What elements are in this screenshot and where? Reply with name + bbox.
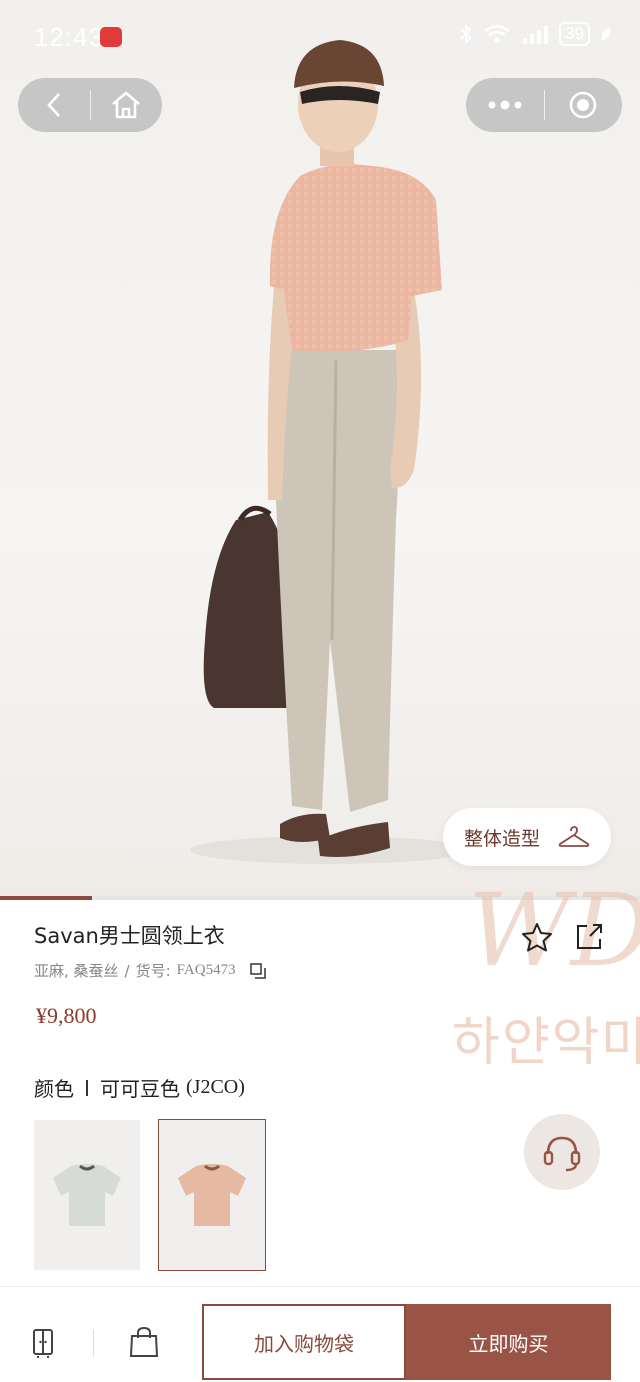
- app-notification-icon: [100, 27, 122, 47]
- cocoa-shirt-thumbnail: [178, 1164, 246, 1226]
- product-image[interactable]: 12:43 39 整体造型: [0, 0, 640, 896]
- signal-icon: [523, 26, 549, 44]
- status-bar: 12:43 39: [0, 0, 640, 72]
- customer-service-button[interactable]: [524, 1114, 600, 1190]
- buy-now-button[interactable]: 立即购买: [406, 1304, 611, 1380]
- home-icon: [112, 91, 141, 119]
- nav-capsule: [18, 78, 162, 132]
- add-to-bag-button[interactable]: 加入购物袋: [202, 1304, 406, 1380]
- headset-icon: [543, 1136, 581, 1172]
- bluetooth-icon: [460, 24, 472, 44]
- product-price: ¥9,800: [36, 1003, 97, 1028]
- sku-label: 货号:: [135, 962, 171, 980]
- action-separator: [93, 1330, 94, 1356]
- status-icons: 39: [459, 22, 612, 46]
- wifi-icon: [484, 25, 510, 43]
- color-divider: [86, 1079, 88, 1096]
- model-photo: [190, 40, 470, 864]
- watermark-logo: WD: [468, 872, 640, 989]
- color-label: 颜色: [34, 1077, 74, 1101]
- carousel-progress-fill: [0, 896, 92, 900]
- sku-value: FAQ5473: [176, 962, 236, 978]
- status-time: 12:43: [34, 22, 105, 52]
- leaf-icon: [601, 27, 611, 41]
- miniapp-capsule: [466, 78, 622, 132]
- watermark-text: 하얀악마: [452, 1013, 640, 1073]
- record-icon: [569, 91, 597, 119]
- complete-look-button[interactable]: 整体造型: [443, 808, 611, 866]
- more-icon: [488, 100, 522, 110]
- copy-icon[interactable]: [249, 962, 266, 979]
- color-swatch-grey[interactable]: [34, 1120, 140, 1270]
- color-swatch-cocoa[interactable]: [158, 1119, 266, 1271]
- color-value: 可可豆色: [100, 1077, 180, 1101]
- battery-indicator: 39: [559, 22, 590, 46]
- share-icon[interactable]: [574, 922, 604, 952]
- complete-look-label: 整体造型: [463, 827, 540, 850]
- back-button[interactable]: [18, 78, 90, 132]
- grey-shirt-thumbnail: [53, 1164, 121, 1226]
- home-button[interactable]: [91, 78, 163, 132]
- meta-separator: /: [124, 961, 130, 980]
- color-code: (J2CO): [186, 1076, 245, 1098]
- product-title: Savan男士圆领上衣: [34, 924, 225, 948]
- more-button[interactable]: [466, 78, 544, 132]
- product-meta: 亚麻, 桑蚕丝 / 货号: FAQ5473: [34, 960, 266, 981]
- bag-icon[interactable]: [129, 1326, 159, 1358]
- back-icon: [46, 93, 60, 117]
- star-icon[interactable]: [521, 922, 553, 952]
- hanger-icon: [558, 826, 590, 847]
- close-miniapp-button[interactable]: [545, 78, 623, 132]
- product-material: 亚麻, 桑蚕丝: [34, 962, 119, 980]
- wardrobe-icon[interactable]: [32, 1328, 54, 1358]
- color-selector-header: 颜色 可可豆色 (J2CO): [34, 1073, 245, 1102]
